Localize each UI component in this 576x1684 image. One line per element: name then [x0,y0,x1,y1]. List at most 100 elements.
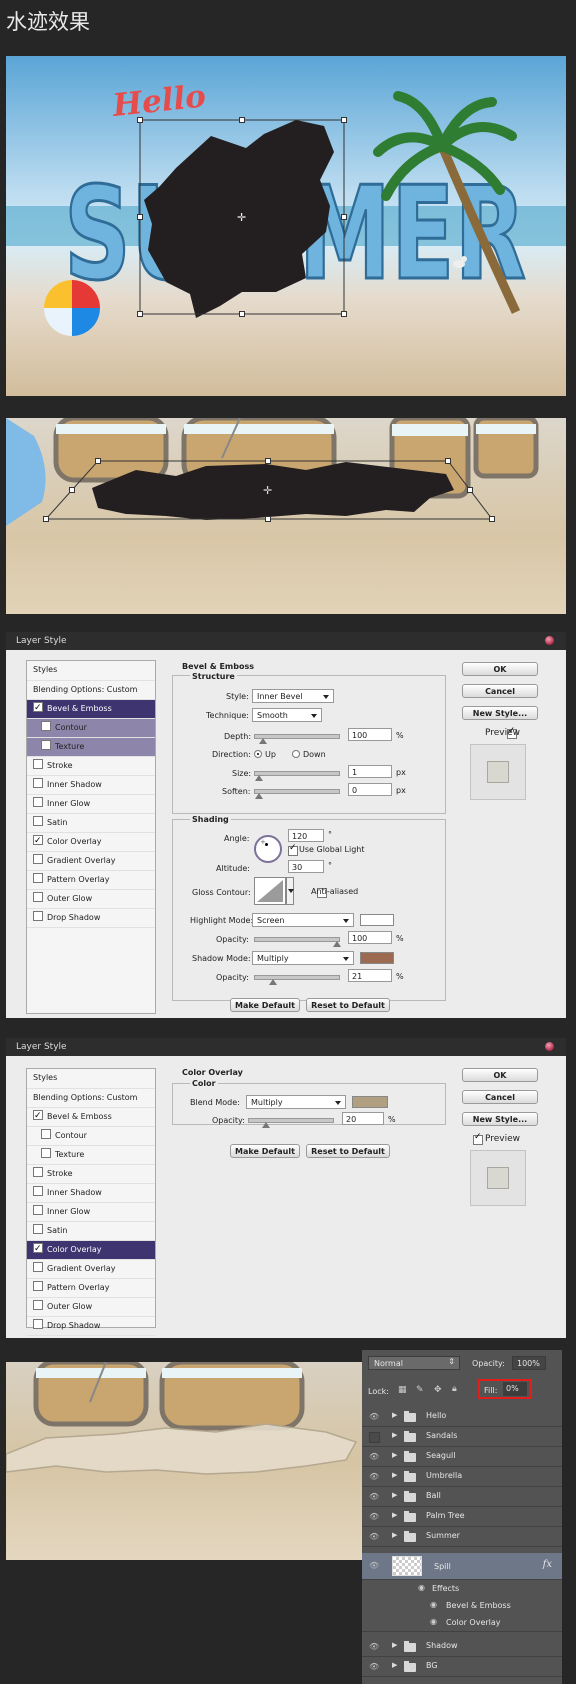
style-checkbox[interactable] [41,740,51,750]
style-checkbox[interactable] [33,1186,43,1196]
global-light-checkbox[interactable] [288,843,298,856]
style-item-pattern-overlay[interactable]: Pattern Overlay [27,1279,155,1298]
highlight-opacity-slider[interactable] [254,937,341,947]
style-checkbox[interactable] [41,721,51,731]
style-checkbox[interactable] [41,1129,51,1139]
reset-default-button[interactable]: Reset to Default [306,998,390,1012]
soften-slider[interactable] [254,789,340,799]
style-item-outer-glow[interactable]: Outer Glow [27,1298,155,1317]
blend-mode-select[interactable]: Multiply [246,1095,346,1109]
expand-arrow-icon[interactable]: ▶ [392,1641,397,1649]
style-checkbox[interactable] [33,911,43,921]
transform-handle[interactable] [137,214,143,220]
close-icon[interactable] [545,636,554,645]
layer-row-shadow[interactable]: 👁︎ ▶ Shadow [362,1636,562,1657]
layer-row-hello[interactable]: 👁︎ ▶ Hello [362,1406,562,1427]
dialog-titlebar[interactable]: Layer Style [6,1038,566,1056]
technique-select[interactable]: Smooth [252,708,322,722]
style-checkbox[interactable] [33,1107,43,1125]
eye-icon[interactable]: 👁︎ [369,1662,379,1671]
style-item-pattern-overlay[interactable]: Pattern Overlay [27,871,155,890]
shadow-mode-select[interactable]: Multiply [252,951,354,965]
shadow-opacity-input[interactable]: 21 [348,969,392,982]
hidden-visibility-icon[interactable] [369,1432,380,1443]
expand-arrow-icon[interactable]: ▶ [392,1661,397,1669]
shadow-opacity-slider[interactable] [254,975,340,985]
lock-all-icon[interactable]: 🔒︎ [452,1384,457,1394]
fx-icon[interactable]: fx [543,1559,552,1570]
style-item-inner-shadow[interactable]: Inner Shadow [27,1184,155,1203]
style-item-inner-glow[interactable]: Inner Glow [27,795,155,814]
reset-default-button[interactable]: Reset to Default [306,1144,390,1158]
style-item-contour[interactable]: Contour [27,1127,155,1146]
style-item-drop-shadow[interactable]: Drop Shadow [27,909,155,928]
style-checkbox[interactable] [33,759,43,769]
eye-icon[interactable]: 👁︎ [369,1452,379,1461]
style-item-satin[interactable]: Satin [27,814,155,833]
eye-icon[interactable]: 👁︎ [369,1642,379,1651]
transform-center-icon[interactable]: ✛ [263,484,272,497]
style-item-texture[interactable]: Texture [27,1146,155,1165]
style-item-inner-shadow[interactable]: Inner Shadow [27,776,155,795]
transform-handle[interactable] [265,516,271,522]
size-input[interactable]: 1 [348,765,392,778]
style-item-color-overlay[interactable]: Color Overlay [27,1240,155,1260]
expand-arrow-icon[interactable]: ▶ [392,1411,397,1419]
transform-handle[interactable] [341,117,347,123]
preview-checkbox[interactable] [473,1132,483,1145]
transform-center-icon[interactable]: ✛ [237,211,246,224]
eye-icon[interactable]: 👁︎ [369,1472,379,1481]
altitude-input[interactable]: 30 [288,860,324,873]
style-item-color-overlay[interactable]: Color Overlay [27,832,155,852]
layer-row-palm-tree[interactable]: 👁︎ ▶ Palm Tree [362,1506,562,1527]
layer-row-spill[interactable]: 👁︎ Spill fx [362,1553,562,1580]
layer-row-ball[interactable]: 👁︎ ▶ Ball [362,1486,562,1507]
cancel-button[interactable]: Cancel [462,1090,538,1104]
style-item-contour[interactable]: Contour [27,719,155,738]
expand-arrow-icon[interactable]: ▶ [392,1451,397,1459]
style-checkbox[interactable] [33,832,43,850]
style-checkbox[interactable] [33,1300,43,1310]
eye-icon[interactable]: ◉ [430,1617,437,1626]
style-item-inner-glow[interactable]: Inner Glow [27,1203,155,1222]
style-checkbox[interactable] [33,892,43,902]
transform-handle[interactable] [69,487,75,493]
fill-input[interactable]: 0% [503,1382,527,1396]
depth-slider[interactable] [254,734,340,744]
style-checkbox[interactable] [33,1205,43,1215]
layer-row-seagull[interactable]: 👁︎ ▶ Seagull [362,1446,562,1467]
transform-handle[interactable] [137,311,143,317]
style-item-texture[interactable]: Texture [27,738,155,757]
transform-handle[interactable] [489,516,495,522]
transform-handle[interactable] [43,516,49,522]
style-item-gradient-overlay[interactable]: Gradient Overlay [27,852,155,871]
lock-brush-icon[interactable]: ✎ [416,1385,424,1395]
style-item-bevel-emboss[interactable]: Bevel & Emboss [27,699,155,719]
expand-arrow-icon[interactable]: ▶ [392,1511,397,1519]
transform-handle[interactable] [239,117,245,123]
direction-up-radio[interactable] [254,750,262,758]
dialog-titlebar[interactable]: Layer Style [6,632,566,650]
make-default-button[interactable]: Make Default [230,998,300,1012]
style-item-outer-glow[interactable]: Outer Glow [27,890,155,909]
transform-handle[interactable] [95,458,101,464]
eye-icon[interactable]: 👁︎ [369,1561,379,1570]
style-select[interactable]: Inner Bevel [252,689,334,703]
transform-handle[interactable] [341,311,347,317]
layer-row-bg[interactable]: 👁︎ ▶ BG [362,1656,562,1677]
gloss-contour-picker[interactable] [254,877,286,905]
style-item-gradient-overlay[interactable]: Gradient Overlay [27,1260,155,1279]
style-item-stroke[interactable]: Stroke [27,757,155,776]
opacity-slider[interactable] [248,1118,334,1128]
style-checkbox[interactable] [33,1262,43,1272]
layer-row-sandals[interactable]: ▶ Sandals [362,1426,562,1447]
shadow-color-swatch[interactable] [360,952,394,964]
transform-handle[interactable] [445,458,451,464]
style-item-bevel-emboss[interactable]: Bevel & Emboss [27,1107,155,1127]
style-item-satin[interactable]: Satin [27,1222,155,1241]
layer-row-umbrella[interactable]: 👁︎ ▶ Umbrella [362,1466,562,1487]
transform-handle[interactable] [265,458,271,464]
style-item-blending-options-custom[interactable]: Blending Options: Custom [27,1089,155,1108]
eye-icon[interactable]: 👁︎ [369,1412,379,1421]
eye-icon[interactable]: 👁︎ [369,1532,379,1541]
